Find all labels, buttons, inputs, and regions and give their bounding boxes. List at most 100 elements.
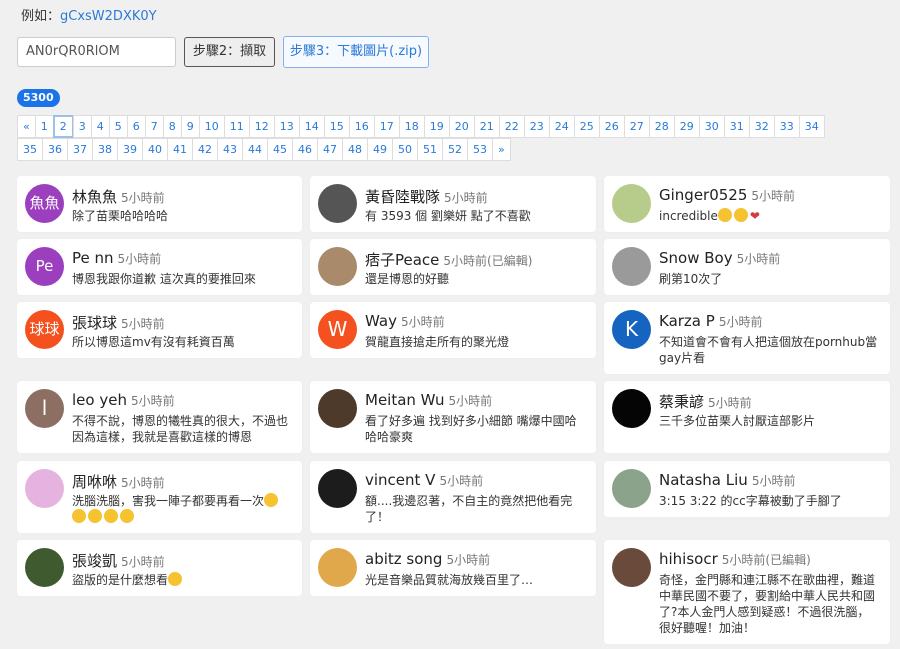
page-link[interactable]: 40 (142, 138, 168, 161)
author-name[interactable]: Natasha Liu (659, 471, 748, 489)
avatar[interactable] (318, 548, 357, 587)
page-link[interactable]: 4 (90, 115, 110, 138)
capture-button[interactable]: 步驟2：擷取 (184, 37, 275, 67)
avatar[interactable] (318, 247, 357, 286)
next-page-button[interactable]: » (492, 138, 511, 161)
page-link[interactable]: 11 (223, 115, 250, 138)
page-link[interactable]: 14 (298, 115, 325, 138)
page-link[interactable]: 25 (573, 115, 600, 138)
page-link[interactable]: 9 (180, 115, 200, 138)
author-name[interactable]: Pe nn (72, 249, 114, 267)
page-link[interactable]: 1 (34, 115, 54, 138)
page-link[interactable]: 23 (523, 115, 550, 138)
avatar[interactable] (25, 469, 64, 508)
author-name[interactable]: abitz song (365, 550, 442, 568)
page-link[interactable]: 21 (473, 115, 500, 138)
avatar[interactable] (25, 548, 64, 587)
prev-page-button[interactable]: « (17, 115, 36, 138)
author-name[interactable]: leo yeh (72, 391, 127, 409)
page-link[interactable]: 31 (723, 115, 750, 138)
author-name[interactable]: vincent V (365, 471, 435, 489)
author-name[interactable]: 林魚魚 (72, 188, 117, 206)
page-link[interactable]: 24 (548, 115, 575, 138)
avatar[interactable]: Pe (25, 247, 64, 286)
page-link[interactable]: 12 (248, 115, 275, 138)
page-link[interactable]: 29 (673, 115, 700, 138)
video-id-input[interactable]: AN0rQR0RlOM (17, 37, 176, 67)
page-link[interactable]: 17 (373, 115, 400, 138)
page-link[interactable]: 42 (192, 138, 218, 161)
author-name[interactable]: Way (365, 312, 397, 330)
pagination: «1 2 3 4 5 6 7 8 9 10 11 12 13 14 15 16 17 18 19 20 21 22 23 24… (17, 115, 877, 161)
page-link[interactable]: 26 (598, 115, 625, 138)
author-name[interactable]: 張竣凱 (72, 552, 117, 570)
page-link[interactable]: 10 (198, 115, 225, 138)
page-link[interactable]: 46 (292, 138, 318, 161)
page-link[interactable]: 32 (748, 115, 775, 138)
page-link[interactable]: 33 (773, 115, 800, 138)
avatar[interactable]: 魚魚 (25, 184, 64, 223)
download-zip-button[interactable]: 步驟3：下載圖片(.zip) (283, 36, 429, 68)
author-name[interactable]: Ginger0525 (659, 186, 747, 204)
emoji-icon (72, 509, 86, 523)
page-link[interactable]: 52 (442, 138, 468, 161)
author-name[interactable]: 蔡秉諺 (659, 393, 704, 411)
page-link[interactable]: 34 (798, 115, 825, 138)
page-link[interactable]: 38 (92, 138, 118, 161)
comment-card: Snow Boy 5小時前 刷第10次了 (604, 239, 890, 295)
author-name[interactable]: 周咻咻 (72, 473, 117, 491)
avatar[interactable] (612, 184, 651, 223)
page-link[interactable]: 6 (126, 115, 146, 138)
page-link[interactable]: 48 (342, 138, 368, 161)
example-video-link[interactable]: gCxsW2DXK0Y (60, 9, 157, 24)
page-link[interactable]: 37 (67, 138, 93, 161)
author-name[interactable]: 痞子Peace (365, 251, 439, 269)
page-link[interactable]: 15 (323, 115, 350, 138)
author-name[interactable]: Meitan Wu (365, 391, 445, 409)
avatar[interactable] (318, 469, 357, 508)
page-link[interactable]: 22 (498, 115, 525, 138)
page-link[interactable]: 8 (162, 115, 182, 138)
avatar[interactable]: W (318, 310, 357, 349)
author-name[interactable]: 黃昏陸戰隊 (365, 188, 440, 206)
page-link[interactable]: 35 (17, 138, 43, 161)
avatar[interactable] (612, 548, 651, 587)
page-link[interactable]: 2 (52, 115, 74, 138)
page-link[interactable]: 44 (242, 138, 268, 161)
author-name[interactable]: Snow Boy (659, 249, 733, 267)
comment-card: 魚魚 林魚魚 5小時前 除了苗栗哈哈哈哈 (17, 176, 302, 232)
avatar[interactable]: l (25, 389, 64, 428)
comment-text-content: 所以博恩這mv有沒有耗資百萬 (72, 335, 235, 349)
author-name[interactable]: Karza P (659, 312, 715, 330)
avatar[interactable] (612, 247, 651, 286)
page-link[interactable]: 18 (398, 115, 425, 138)
page-link[interactable]: 28 (648, 115, 675, 138)
avatar[interactable]: K (612, 310, 651, 349)
page-link[interactable]: 13 (273, 115, 300, 138)
author-name[interactable]: 張球球 (72, 314, 117, 332)
avatar[interactable] (612, 469, 651, 508)
page-link[interactable]: 50 (392, 138, 418, 161)
page-link[interactable]: 45 (267, 138, 293, 161)
page-link[interactable]: 7 (144, 115, 164, 138)
page-link[interactable]: 3 (72, 115, 92, 138)
page-link[interactable]: 47 (317, 138, 343, 161)
page-link[interactable]: 51 (417, 138, 443, 161)
page-link[interactable]: 19 (423, 115, 450, 138)
page-link[interactable]: 20 (448, 115, 475, 138)
avatar[interactable] (318, 184, 357, 223)
page-link[interactable]: 39 (117, 138, 143, 161)
author-name[interactable]: hihisocr (659, 550, 718, 568)
page-link[interactable]: 36 (42, 138, 68, 161)
page-link[interactable]: 53 (467, 138, 493, 161)
page-link[interactable]: 16 (348, 115, 375, 138)
page-link[interactable]: 27 (623, 115, 650, 138)
page-link[interactable]: 41 (167, 138, 193, 161)
page-link[interactable]: 30 (698, 115, 725, 138)
avatar[interactable] (318, 389, 357, 428)
page-link[interactable]: 43 (217, 138, 243, 161)
page-link[interactable]: 5 (108, 115, 128, 138)
page-link[interactable]: 49 (367, 138, 393, 161)
avatar[interactable] (612, 389, 651, 428)
avatar[interactable]: 球球 (25, 310, 64, 349)
